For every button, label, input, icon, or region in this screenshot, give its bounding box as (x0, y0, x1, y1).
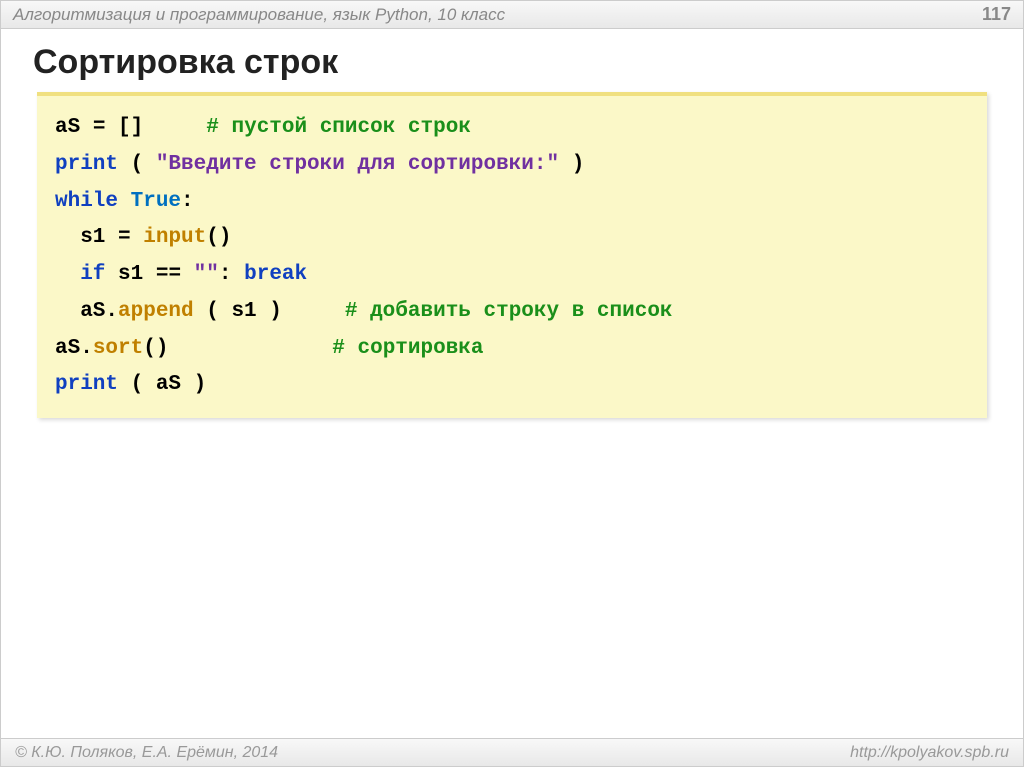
code-line-7: aS.sort() # сортировка (55, 331, 969, 368)
footer-bar: © К.Ю. Поляков, Е.А. Ерёмин, 2014 http:/… (1, 738, 1023, 766)
header-bar: Алгоритмизация и программирование, язык … (1, 1, 1023, 29)
code-line-4: s1 = input() (55, 220, 969, 257)
footer-copyright: © К.Ю. Поляков, Е.А. Ерёмин, 2014 (15, 744, 278, 762)
code-line-6: aS.append ( s1 ) # добавить строку в спи… (55, 294, 969, 331)
code-line-2: print ( "Введите строки для сортировки:"… (55, 147, 969, 184)
page-number: 117 (982, 4, 1011, 25)
header-title: Алгоритмизация и программирование, язык … (13, 5, 505, 25)
code-line-5: if s1 == "": break (55, 257, 969, 294)
footer-url: http://kpolyakov.spb.ru (850, 744, 1009, 762)
code-line-8: print ( aS ) (55, 367, 969, 404)
code-line-3: while True: (55, 184, 969, 221)
code-block: aS = [] # пустой список строк print ( "В… (37, 92, 987, 418)
code-line-1: aS = [] # пустой список строк (55, 110, 969, 147)
page-title: Сортировка строк (1, 29, 1023, 92)
